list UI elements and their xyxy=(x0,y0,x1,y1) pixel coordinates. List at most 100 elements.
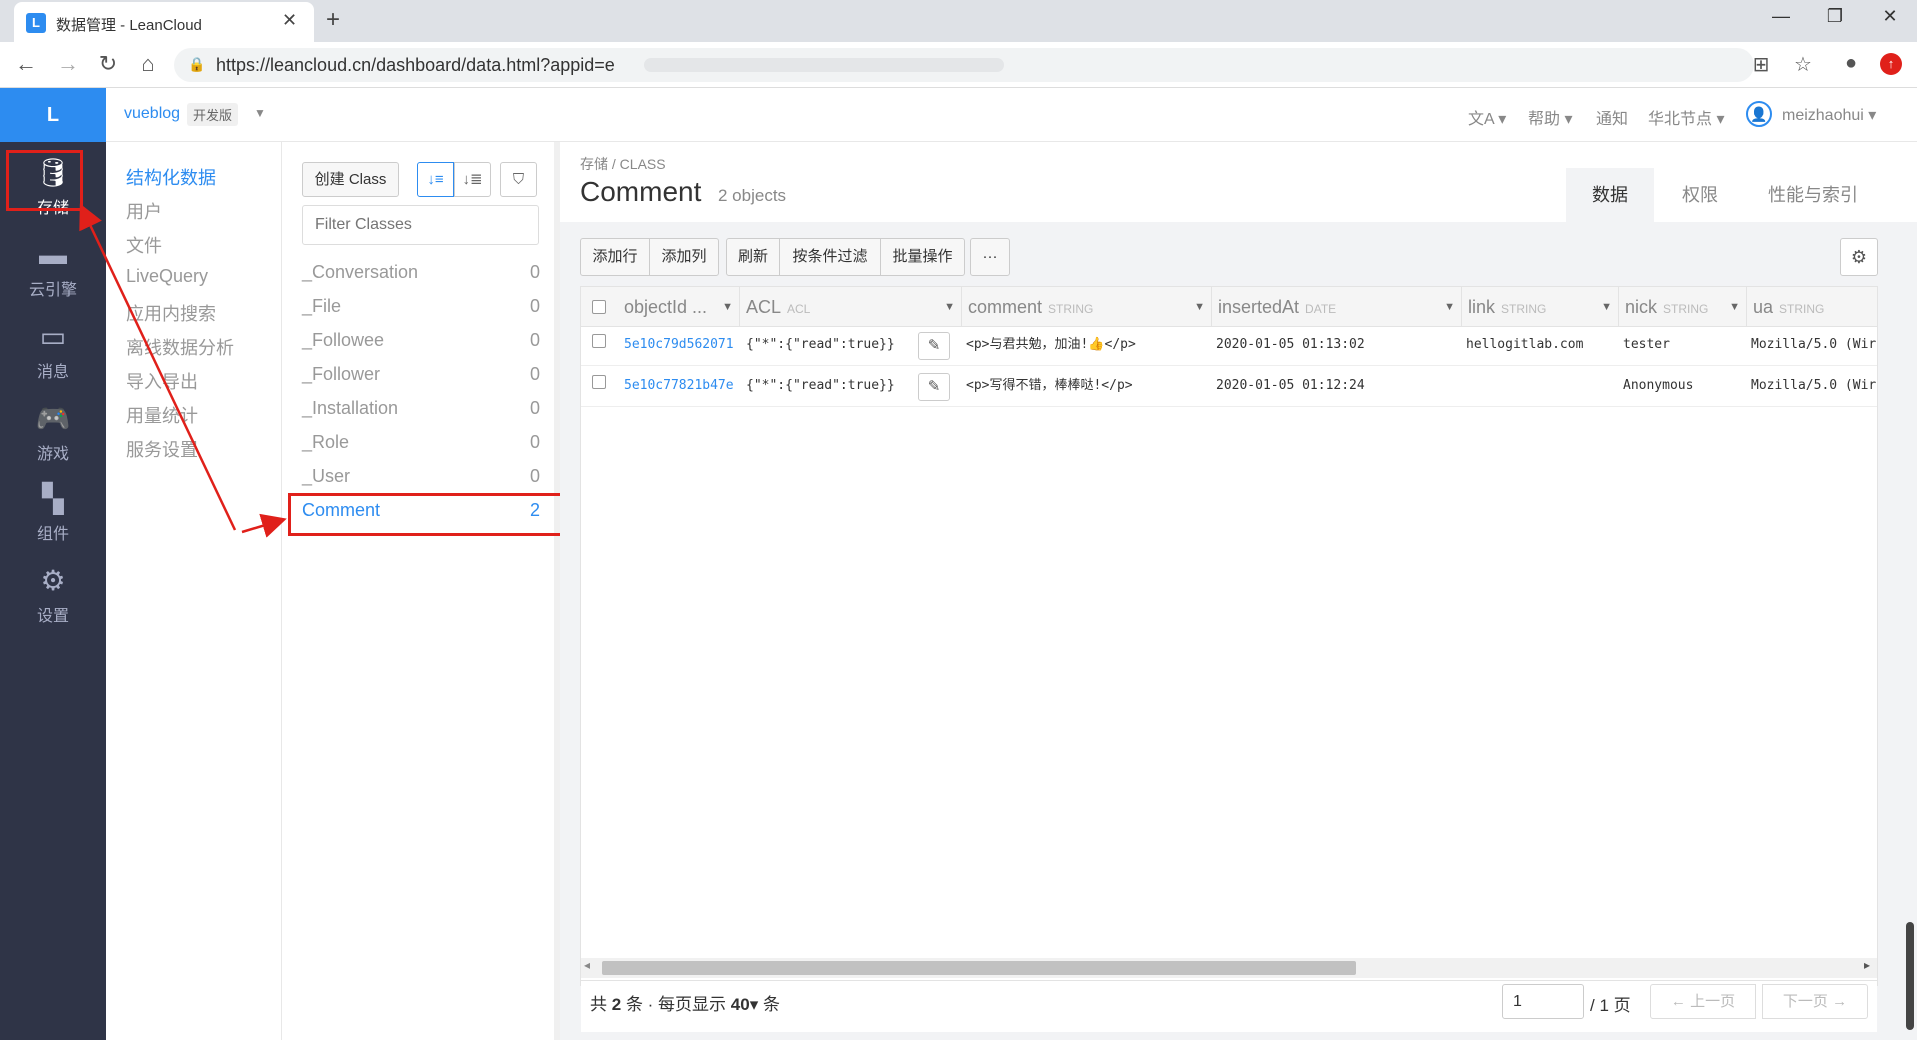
tab-indexes[interactable]: 性能与索引 xyxy=(1748,168,1878,222)
column-menu-caret-icon[interactable]: ▼ xyxy=(1729,287,1740,327)
cell-objectid[interactable]: 5e10c79d562071 xyxy=(624,325,740,365)
user-menu[interactable]: meizhaohui ▾ xyxy=(1782,105,1876,125)
row-checkbox[interactable] xyxy=(592,334,606,348)
star-icon[interactable]: ☆ xyxy=(1790,52,1816,77)
extension-icon[interactable]: ↑ xyxy=(1880,53,1902,75)
scroll-left-icon[interactable]: ◂ xyxy=(584,958,590,972)
cell-objectid[interactable]: 5e10c77821b47e xyxy=(624,366,740,406)
next-page-button[interactable]: 下一页 → xyxy=(1762,984,1868,1019)
column-header-ua[interactable]: ua STRING xyxy=(1747,287,1877,327)
cell-link[interactable]: hellogitlab.com xyxy=(1466,325,1616,365)
column-header-objectid[interactable]: objectId ... ▼ xyxy=(618,287,740,327)
column-menu-caret-icon[interactable]: ▼ xyxy=(722,287,733,327)
filter-by-condition-button[interactable]: 按条件过滤 xyxy=(779,238,881,276)
filter-icon[interactable]: ⛉ xyxy=(500,162,537,197)
edit-acl-icon[interactable]: ✎ xyxy=(918,373,950,401)
avatar[interactable]: 👤 xyxy=(1746,101,1772,127)
language-icon[interactable]: 文A ▾ xyxy=(1468,105,1506,129)
cell-acl[interactable]: {"*":{"read":true}} xyxy=(746,366,916,406)
close-window-icon[interactable]: ✕ xyxy=(1875,6,1905,27)
add-column-button[interactable]: 添加列 xyxy=(649,238,719,276)
submenu-livequery[interactable]: LiveQuery xyxy=(126,266,208,287)
notify-link[interactable]: 通知 xyxy=(1596,105,1628,129)
create-class-button[interactable]: 创建 Class xyxy=(302,162,399,197)
sort-alpha-icon[interactable]: ↓≡ xyxy=(417,162,454,197)
per-page-select[interactable]: 40▾ xyxy=(731,995,758,1014)
app-switch-caret-icon[interactable]: ▼ xyxy=(254,106,266,120)
submenu-search[interactable]: 应用内搜索 xyxy=(126,300,216,326)
nav-message[interactable]: ▭ 消息 xyxy=(0,312,106,392)
home-icon[interactable]: ⌂ xyxy=(134,51,162,77)
nav-game[interactable]: 🎮 游戏 xyxy=(0,394,106,474)
column-header-insertedat[interactable]: insertedAt DATE ▼ xyxy=(1212,287,1462,327)
nav-component[interactable]: ▚ 组件 xyxy=(0,474,106,554)
cell-insertedat[interactable]: 2020-01-05 01:12:24 xyxy=(1216,366,1460,406)
edit-acl-icon[interactable]: ✎ xyxy=(918,332,950,360)
column-header-acl[interactable]: ACL ACL ▼ xyxy=(740,287,962,327)
refresh-button[interactable]: 刷新 xyxy=(726,238,780,276)
sort-count-icon[interactable]: ↓≣ xyxy=(454,162,491,197)
minimize-icon[interactable]: — xyxy=(1766,6,1796,27)
tab-permissions[interactable]: 权限 xyxy=(1660,168,1740,222)
cell-link[interactable] xyxy=(1466,366,1616,406)
nav-cloud-engine[interactable]: ▬ 云引擎 xyxy=(0,230,106,310)
nav-settings[interactable]: ⚙ 设置 xyxy=(0,556,106,636)
region-link[interactable]: 华北节点 ▾ xyxy=(1648,105,1725,129)
table-settings-gear-icon[interactable]: ⚙ xyxy=(1840,238,1878,276)
column-menu-caret-icon[interactable]: ▼ xyxy=(944,287,955,327)
column-menu-caret-icon[interactable]: ▼ xyxy=(1444,287,1455,327)
translate-icon[interactable]: ⊞ xyxy=(1748,52,1774,77)
cell-ua[interactable]: Mozilla/5.0 (Wir xyxy=(1751,366,1877,406)
logo[interactable]: L xyxy=(0,88,106,142)
restore-icon[interactable]: ❐ xyxy=(1820,6,1850,27)
cell-ua[interactable]: Mozilla/5.0 (Wir xyxy=(1751,325,1877,365)
column-header-comment[interactable]: comment STRING ▼ xyxy=(962,287,1212,327)
add-row-button[interactable]: 添加行 xyxy=(580,238,650,276)
submenu-files[interactable]: 文件 xyxy=(126,232,162,258)
class-row[interactable]: _Role 0 xyxy=(302,426,540,460)
help-link[interactable]: 帮助 ▾ xyxy=(1528,105,1573,129)
back-icon[interactable]: ← xyxy=(12,51,40,77)
cell-comment[interactable]: <p>与君共勉，加油!👍</p> xyxy=(966,325,1210,365)
url-field[interactable]: 🔒 https://leancloud.cn/dashboard/data.ht… xyxy=(174,48,1754,82)
new-tab-icon[interactable]: + xyxy=(326,6,340,34)
column-header-link[interactable]: link STRING ▼ xyxy=(1462,287,1619,327)
horizontal-scroll-thumb[interactable] xyxy=(602,961,1356,975)
column-menu-caret-icon[interactable]: ▼ xyxy=(1601,287,1612,327)
class-row[interactable]: _User 0 xyxy=(302,460,540,494)
submenu-usage[interactable]: 用量统计 xyxy=(126,402,198,428)
submenu-structured-data[interactable]: 结构化数据 xyxy=(126,164,216,190)
submenu-import-export[interactable]: 导入导出 xyxy=(126,368,198,394)
class-row[interactable]: _File 0 xyxy=(302,290,540,324)
page-number-input[interactable] xyxy=(1502,984,1584,1019)
class-row[interactable]: _Follower 0 xyxy=(302,358,540,392)
submenu-users[interactable]: 用户 xyxy=(126,198,162,224)
column-header-nick[interactable]: nick STRING ▼ xyxy=(1619,287,1747,327)
profile-icon[interactable]: ● xyxy=(1838,52,1864,75)
class-row[interactable]: _Followee 0 xyxy=(302,324,540,358)
forward-icon[interactable]: → xyxy=(54,51,82,77)
close-tab-icon[interactable]: ✕ xyxy=(282,10,297,31)
scroll-right-icon[interactable]: ▸ xyxy=(1864,958,1870,972)
class-row[interactable]: _Conversation 0 xyxy=(302,256,540,290)
cell-acl[interactable]: {"*":{"read":true}} xyxy=(746,325,916,365)
cell-insertedat[interactable]: 2020-01-05 01:13:02 xyxy=(1216,325,1460,365)
more-button[interactable]: ··· xyxy=(970,238,1010,276)
reload-icon[interactable]: ↻ xyxy=(94,51,122,77)
submenu-service-settings[interactable]: 服务设置 xyxy=(126,436,198,462)
batch-operations-button[interactable]: 批量操作 xyxy=(880,238,965,276)
select-all-checkbox[interactable] xyxy=(592,300,606,314)
browser-tab[interactable]: L 数据管理 - LeanCloud ✕ xyxy=(14,2,314,42)
class-row[interactable]: _Installation 0 xyxy=(302,392,540,426)
column-menu-caret-icon[interactable]: ▼ xyxy=(1194,287,1205,327)
tab-data[interactable]: 数据 xyxy=(1566,168,1654,222)
cell-nick[interactable]: tester xyxy=(1623,325,1745,365)
cell-comment[interactable]: <p>写得不错，棒棒哒!</p> xyxy=(966,366,1210,406)
submenu-offline-analysis[interactable]: 离线数据分析 xyxy=(126,334,234,360)
cell-nick[interactable]: Anonymous xyxy=(1623,366,1745,406)
vertical-scrollbar[interactable] xyxy=(1906,922,1914,1030)
app-name[interactable]: vueblog xyxy=(124,105,180,123)
filter-classes-input[interactable] xyxy=(302,205,539,245)
prev-page-button[interactable]: ← 上一页 xyxy=(1650,984,1756,1019)
row-checkbox[interactable] xyxy=(592,375,606,389)
